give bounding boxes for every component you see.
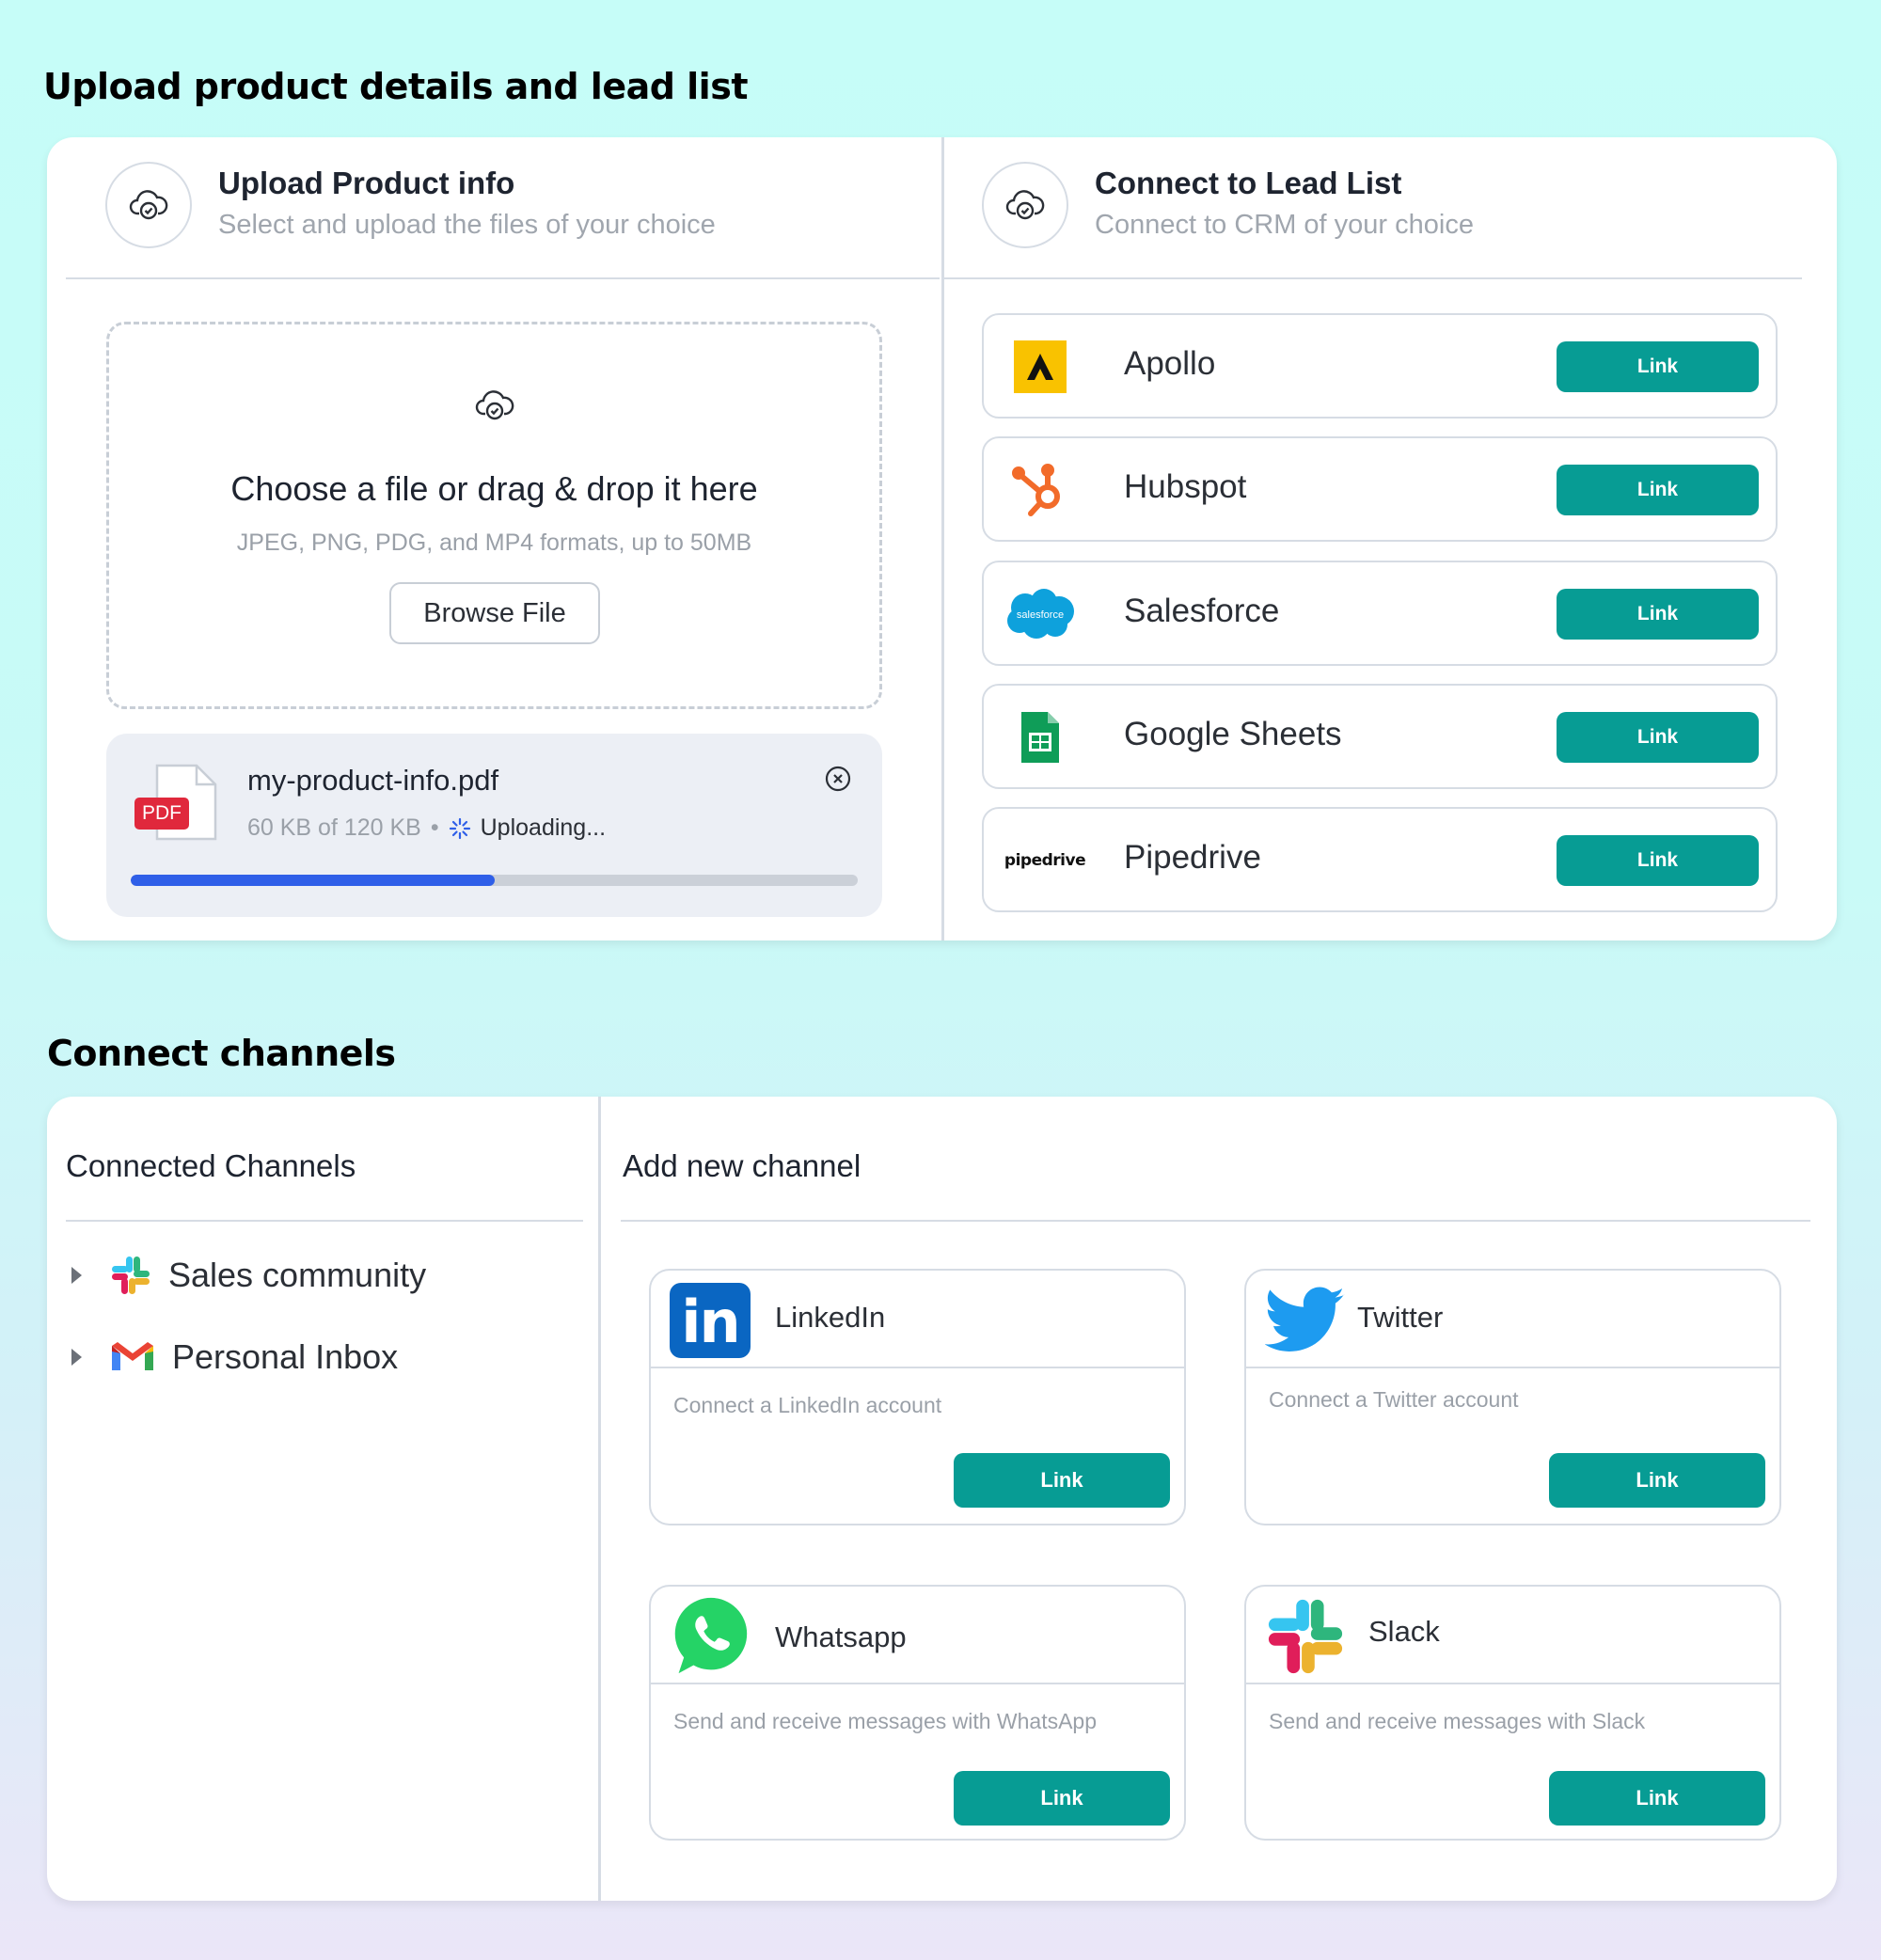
gmail-icon <box>112 1342 153 1370</box>
link-salesforce-button[interactable]: Link <box>1557 589 1759 640</box>
upload-progress-bar <box>131 875 858 886</box>
crm-row-salesforce: salesforce Salesforce Link <box>982 561 1778 666</box>
crm-row-pipedrive: pipedrive Pipedrive Link <box>982 807 1778 912</box>
link-slack-button[interactable]: Link <box>1549 1771 1765 1826</box>
twitter-logo <box>1265 1280 1346 1361</box>
channel-card-header: Slack <box>1246 1587 1779 1684</box>
channel-card-slack: Slack Send and receive messages with Sla… <box>1244 1585 1781 1841</box>
salesforce-logo: salesforce <box>1003 581 1078 647</box>
link-apollo-button[interactable]: Link <box>1557 341 1759 392</box>
product-panel-subtitle: Select and upload the files of your choi… <box>218 210 716 240</box>
channel-card-header: Twitter <box>1246 1271 1779 1368</box>
pdf-badge: PDF <box>134 798 189 830</box>
channel-card-linkedin: in LinkedIn Connect a LinkedIn account L… <box>649 1269 1186 1525</box>
close-icon[interactable] <box>825 766 851 797</box>
tree-item-label: Personal Inbox <box>172 1337 399 1376</box>
connected-channels-title: Connected Channels <box>66 1148 356 1183</box>
meta-separator: • <box>430 814 439 841</box>
channels-divider <box>598 1097 601 1901</box>
channel-card-twitter: Twitter Connect a Twitter account Link <box>1244 1269 1781 1525</box>
upload-progress-fill <box>131 875 495 886</box>
channels-section-title: Connect channels <box>47 1033 396 1074</box>
crm-name: Hubspot <box>1124 468 1247 505</box>
cloud-upload-icon <box>982 162 1068 248</box>
google-sheets-logo <box>1003 704 1078 770</box>
lead-header-divider <box>944 277 1802 279</box>
dropzone-title: Choose a file or drag & drop it here <box>230 469 758 508</box>
crm-name: Apollo <box>1124 345 1216 382</box>
tree-item-label: Sales community <box>168 1256 427 1294</box>
pipedrive-logo: pipedrive <box>1004 851 1086 870</box>
upload-card: Upload Product info Select and upload th… <box>47 137 1837 940</box>
channel-card-header: in LinkedIn <box>651 1271 1184 1368</box>
channel-description: Connect a Twitter account <box>1269 1387 1519 1412</box>
add-new-channel-title: Add new channel <box>623 1148 861 1183</box>
channel-description: Send and receive messages with Slack <box>1269 1709 1646 1733</box>
whatsapp-logo <box>670 1596 751 1677</box>
crm-row-google-sheets: Google Sheets Link <box>982 684 1778 789</box>
crm-name: Pipedrive <box>1124 839 1261 876</box>
file-size-progress: 60 KB of 120 KB <box>247 814 421 841</box>
slack-logo <box>1265 1596 1346 1677</box>
channel-name: LinkedIn <box>775 1301 886 1334</box>
link-whatsapp-button[interactable]: Link <box>954 1771 1170 1826</box>
caret-right-icon[interactable] <box>71 1349 82 1366</box>
link-google-sheets-button[interactable]: Link <box>1557 712 1759 763</box>
product-header-divider <box>66 277 940 279</box>
tree-item-personal-inbox[interactable]: Personal Inbox <box>71 1337 398 1377</box>
channel-name: Slack <box>1368 1615 1440 1648</box>
link-linkedin-button[interactable]: Link <box>954 1453 1170 1508</box>
file-meta: 60 KB of 120 KB • Uploading... <box>247 814 606 842</box>
panel-divider <box>941 137 944 940</box>
cloud-upload-icon <box>105 162 192 248</box>
channel-name: Whatsapp <box>775 1620 907 1653</box>
cloud-upload-icon <box>474 385 515 431</box>
crm-name: Google Sheets <box>1124 716 1342 752</box>
crm-name: Salesforce <box>1124 593 1280 629</box>
link-pipedrive-button[interactable]: Link <box>1557 835 1759 886</box>
crm-row-apollo: Apollo Link <box>982 313 1778 419</box>
upload-section-title: Upload product details and lead list <box>43 66 749 107</box>
upload-status: Uploading... <box>480 814 607 841</box>
channel-description: Connect a LinkedIn account <box>673 1393 942 1417</box>
product-panel-title: Upload Product info <box>218 166 515 200</box>
channel-card-whatsapp: Whatsapp Send and receive messages with … <box>649 1585 1186 1841</box>
channel-description: Send and receive messages with WhatsApp <box>673 1709 1098 1733</box>
tree-item-sales-community[interactable]: Sales community <box>71 1255 426 1296</box>
linkedin-logo: in <box>670 1280 751 1361</box>
apollo-logo <box>1003 334 1078 400</box>
caret-right-icon[interactable] <box>71 1267 82 1284</box>
link-twitter-button[interactable]: Link <box>1549 1453 1765 1508</box>
link-hubspot-button[interactable]: Link <box>1557 465 1759 515</box>
uploading-file-item: PDF my-product-info.pdf 60 KB of 120 KB … <box>106 734 882 917</box>
channel-name: Twitter <box>1357 1301 1444 1334</box>
channels-card: Connected Channels Sales community Perso… <box>47 1097 1837 1901</box>
dropzone-hint: JPEG, PNG, PDG, and MP4 formats, up to 5… <box>236 530 752 556</box>
browse-file-button[interactable]: Browse File <box>389 582 600 644</box>
lead-panel-title: Connect to Lead List <box>1095 166 1402 200</box>
slack-icon <box>112 1257 150 1294</box>
svg-text:salesforce: salesforce <box>1017 609 1064 621</box>
hubspot-logo <box>1003 457 1078 523</box>
add-new-divider <box>621 1220 1810 1222</box>
lead-panel-subtitle: Connect to CRM of your choice <box>1095 210 1474 240</box>
channel-card-header: Whatsapp <box>651 1587 1184 1684</box>
file-dropzone[interactable]: Choose a file or drag & drop it here JPE… <box>106 322 882 709</box>
crm-row-hubspot: Hubspot Link <box>982 436 1778 542</box>
connected-divider <box>66 1220 583 1222</box>
loading-spinner-icon <box>449 817 470 839</box>
file-name: my-product-info.pdf <box>247 764 499 797</box>
